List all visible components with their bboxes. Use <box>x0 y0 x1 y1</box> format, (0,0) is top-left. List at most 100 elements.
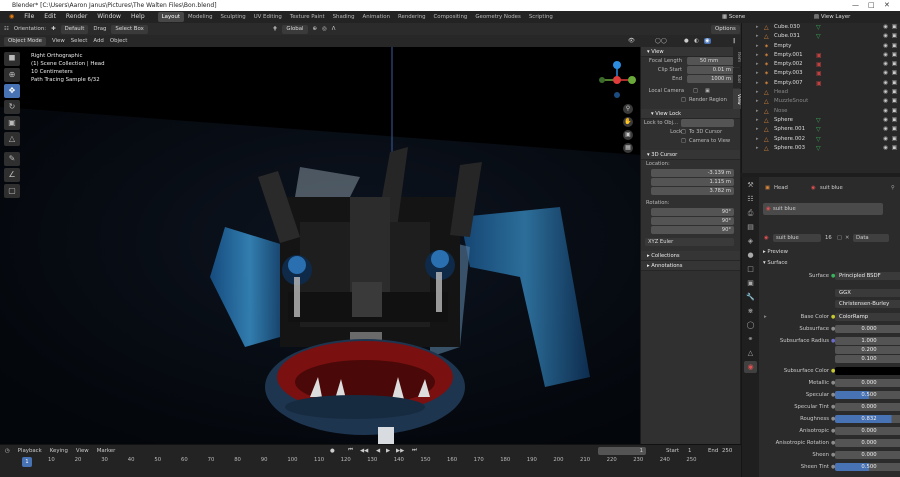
overlay-icon[interactable]: ◯◯ <box>655 38 667 44</box>
tab-item[interactable]: Item <box>733 47 741 67</box>
options-dropdown[interactable]: Options <box>711 24 740 34</box>
rotation-x-field[interactable]: 90° <box>651 208 734 216</box>
shading-solid-icon[interactable]: ● <box>684 38 689 44</box>
tab-shading[interactable]: Shading <box>329 12 359 22</box>
camera-to-view-checkbox[interactable]: □ <box>681 137 686 146</box>
play-icon[interactable]: ▶ <box>386 448 390 454</box>
subsurface-radius-z-field[interactable]: 0.100 <box>835 355 900 363</box>
scene-properties-icon[interactable]: ◈ <box>744 235 757 247</box>
constraint-icon[interactable]: ▣ <box>816 51 822 60</box>
link-dropdown[interactable]: Data <box>853 234 889 242</box>
snap-icon[interactable]: ⊕ <box>313 26 318 32</box>
expand-arrow-icon[interactable]: ▸ <box>756 97 759 106</box>
material-slot-list[interactable]: ◉ suit blue <box>759 203 900 215</box>
camera-view-icon[interactable]: ▣ <box>623 130 633 140</box>
metallic-field[interactable]: 0.000 <box>835 379 900 387</box>
tab-scripting[interactable]: Scripting <box>525 12 557 22</box>
outliner-row[interactable]: ▸ △ Sphere.003 ▽ ◉ ▣ <box>742 144 900 153</box>
material-properties-icon[interactable]: ◉ <box>744 361 757 373</box>
3d-cursor-section-header[interactable]: ▾ 3D Cursor <box>641 150 740 160</box>
sheen-field[interactable]: 0.000 <box>835 451 900 459</box>
mesh-data-icon[interactable]: ▽ <box>816 23 821 32</box>
view-lock-section-header[interactable]: ▾ View Lock <box>641 109 740 119</box>
anisotropic-rotation-field[interactable]: 0.000 <box>835 439 900 447</box>
start-frame-field[interactable]: 1 <box>688 448 691 454</box>
tab-compositing[interactable]: Compositing <box>430 12 472 22</box>
visibility-eye-icon[interactable]: ◉ <box>883 144 888 153</box>
3d-viewport[interactable] <box>0 47 640 444</box>
fake-user-icon[interactable]: □ <box>837 233 842 243</box>
tool-properties-icon[interactable]: ⚒ <box>744 179 757 191</box>
prev-keyframe-icon[interactable]: ◀◀ <box>360 448 368 454</box>
menu-help[interactable]: Help <box>126 11 150 23</box>
move-tool-icon[interactable]: ✥ <box>4 84 20 98</box>
menu-keying[interactable]: Keying <box>50 448 68 454</box>
to-3d-cursor-checkbox[interactable]: □ <box>681 128 686 137</box>
roughness-slider[interactable]: 0.832 <box>835 415 900 423</box>
expand-arrow-icon[interactable]: ▸ <box>756 60 759 69</box>
world-properties-icon[interactable]: ● <box>744 249 757 261</box>
constraints-properties-icon[interactable]: ⚭ <box>744 333 757 345</box>
play-reverse-icon[interactable]: ◀ <box>376 448 380 454</box>
render-camera-icon[interactable]: ▣ <box>892 135 897 144</box>
menu-window[interactable]: Window <box>92 11 126 23</box>
timeline-editor-icon[interactable]: ◷ <box>5 448 10 454</box>
object-properties-icon[interactable]: ▣ <box>744 277 757 289</box>
pan-hand-icon[interactable]: ✋ <box>623 117 633 127</box>
render-camera-icon[interactable]: ▣ <box>892 116 897 125</box>
unlink-icon[interactable]: ✕ <box>845 233 849 243</box>
subsurface-radius-x-field[interactable]: 1.000 <box>835 337 900 345</box>
render-camera-icon[interactable]: ▣ <box>892 60 897 69</box>
subsurface-method-dropdown[interactable]: Christensen-Burley <box>835 300 900 308</box>
cursor-x-field[interactable]: -3.139 m <box>651 169 734 177</box>
expand-arrow-icon[interactable]: ▸ <box>756 32 759 41</box>
base-color-field[interactable]: ColorRamp <box>835 313 900 321</box>
modifier-properties-icon[interactable]: 🔧 <box>744 291 757 303</box>
outliner-row[interactable]: ▸ ✶ Empty.001 ▣ ◉ ▣ <box>742 51 900 60</box>
sheen-tint-slider[interactable]: 0.500 <box>835 463 900 471</box>
transform-orientation-dropdown[interactable]: Global <box>282 24 308 34</box>
mode-dropdown[interactable]: Object Mode <box>4 36 46 46</box>
render-properties-icon[interactable]: ☷ <box>744 193 757 205</box>
clip-start-field[interactable]: 0.01 m <box>687 66 734 74</box>
subsurface-field[interactable]: 0.000 <box>835 325 900 333</box>
tab-uv-editing[interactable]: UV Editing <box>250 12 286 22</box>
shading-material-icon[interactable]: ◐ <box>694 38 699 44</box>
timeline-ruler[interactable]: 10 20 30 40 50 60 70 80 90 100 110 120 130 140 150 160 1… <box>0 457 741 467</box>
rotation-z-field[interactable]: 90° <box>651 226 734 234</box>
add-cube-tool-icon[interactable]: ▢ <box>4 184 20 198</box>
tab-geometry-nodes[interactable]: Geometry Nodes <box>471 12 524 22</box>
visibility-eye-icon[interactable]: ◉ <box>883 135 888 144</box>
record-icon[interactable]: ● <box>330 448 335 454</box>
scale-tool-icon[interactable]: ▣ <box>4 116 20 130</box>
visibility-eye-icon[interactable]: ◉ <box>883 23 888 32</box>
material-slot-item[interactable]: ◉ suit blue <box>763 203 883 215</box>
render-camera-icon[interactable]: ▣ <box>892 107 897 116</box>
select-tool-icon[interactable]: ⯀ <box>4 52 20 66</box>
expand-arrow-icon[interactable]: ▸ <box>756 88 759 97</box>
render-camera-icon[interactable]: ▣ <box>892 125 897 134</box>
surface-section-header[interactable]: ▾ Surface <box>759 258 900 268</box>
menu-marker[interactable]: Marker <box>97 448 116 454</box>
render-camera-icon[interactable]: ▣ <box>892 69 897 78</box>
visibility-eye-icon[interactable]: ◉ <box>883 69 888 78</box>
surface-shader-field[interactable]: Principled BSDF <box>835 272 900 280</box>
expand-arrow-icon[interactable]: ▸ <box>756 125 759 134</box>
expand-arrow-icon[interactable]: ▸ <box>756 23 759 32</box>
jump-end-icon[interactable]: ⏭ <box>412 447 417 454</box>
render-camera-icon[interactable]: ▣ <box>892 51 897 60</box>
close-icon[interactable]: ✕ <box>884 0 890 11</box>
visibility-eye-icon[interactable]: ◉ <box>883 97 888 106</box>
rotate-tool-icon[interactable]: ↻ <box>4 100 20 114</box>
render-camera-icon[interactable]: ▣ <box>892 23 897 32</box>
outliner-row[interactable]: ▸ ✶ Empty.002 ▣ ◉ ▣ <box>742 60 900 69</box>
mesh-data-icon[interactable]: ▽ <box>816 144 821 153</box>
tab-rendering[interactable]: Rendering <box>394 12 430 22</box>
outliner-row[interactable]: ▸ ✶ Empty.003 ▣ ◉ ▣ <box>742 69 900 78</box>
expand-arrow-icon[interactable]: ▸ <box>756 51 759 60</box>
visibility-eye-icon[interactable]: ◉ <box>883 42 888 51</box>
subsurface-color-swatch[interactable] <box>835 367 900 375</box>
tab-sculpting[interactable]: Sculpting <box>217 12 250 22</box>
mesh-data-icon[interactable]: ▽ <box>816 135 821 144</box>
drag-dropdown[interactable]: Select Box <box>111 24 148 34</box>
